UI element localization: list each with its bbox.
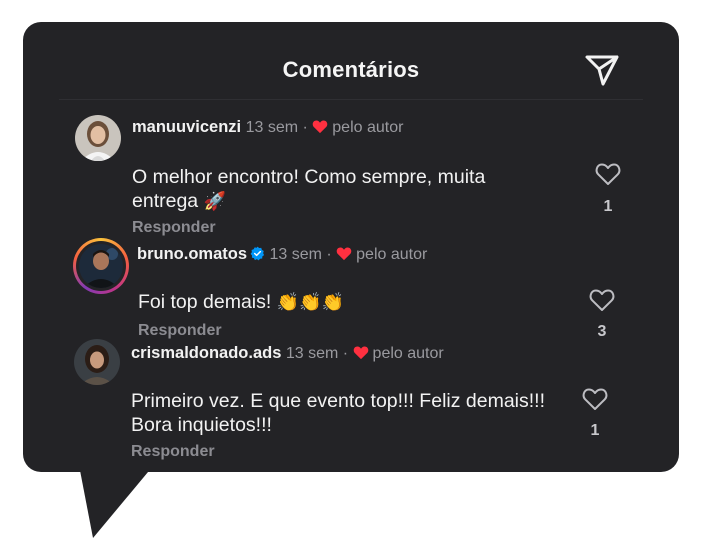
like-heart-icon[interactable] bbox=[595, 162, 621, 186]
header-divider bbox=[59, 99, 643, 100]
author-heart-icon bbox=[336, 247, 352, 261]
like-count: 1 bbox=[603, 198, 613, 215]
comment-username[interactable]: manuuvicenzi bbox=[132, 118, 241, 136]
reply-button[interactable]: Responder bbox=[132, 219, 216, 237]
avatar bbox=[79, 244, 123, 288]
comments-header: Comentários bbox=[23, 22, 679, 100]
page-title: Comentários bbox=[282, 57, 420, 82]
clapping-emoji: 👏👏👏 bbox=[276, 292, 344, 313]
comment-text: O melhor encontro! Como sempre, muita en… bbox=[132, 165, 552, 214]
comment-text-line: Primeiro vez. E que evento top!!! Feliz … bbox=[131, 390, 546, 412]
comments-panel: Comentários manuuvicenzi 13 sem · pelo a… bbox=[23, 22, 679, 472]
verified-badge-icon bbox=[250, 246, 265, 261]
comment-text-line: Bora inquietos!!! bbox=[131, 414, 272, 436]
comment-text-line: entrega 🚀 bbox=[132, 189, 552, 214]
avatar[interactable] bbox=[75, 115, 121, 161]
liked-by-author-label: pelo autor bbox=[356, 246, 428, 263]
like-heart-icon[interactable] bbox=[589, 288, 615, 312]
comment-text: Primeiro vez. E que evento top!!! Feliz … bbox=[131, 389, 571, 437]
liked-by-author-label: pelo autor bbox=[372, 345, 444, 362]
author-heart-icon bbox=[353, 346, 368, 360]
comment-time: 13 sem bbox=[245, 119, 299, 136]
story-ring[interactable] bbox=[73, 238, 129, 294]
comment-text-line: O melhor encontro! Como sempre, muita bbox=[132, 166, 486, 188]
comment-meta: manuuvicenzi 13 sem · pelo autor bbox=[132, 118, 403, 137]
like-count: 3 bbox=[597, 323, 607, 340]
reply-button[interactable]: Responder bbox=[131, 443, 215, 461]
comment-username[interactable]: bruno.omatos bbox=[137, 245, 247, 263]
comment-meta: bruno.omatos 13 sem · pelo autor bbox=[137, 245, 427, 264]
meta-separator: · bbox=[326, 246, 332, 263]
reply-button[interactable]: Responder bbox=[138, 322, 222, 340]
avatar[interactable] bbox=[74, 339, 120, 385]
meta-separator: · bbox=[342, 345, 349, 362]
comment-meta: crismaldonado.ads 13 sem · pelo autor bbox=[131, 344, 444, 363]
send-icon[interactable] bbox=[583, 50, 621, 88]
like-heart-icon[interactable] bbox=[582, 387, 608, 411]
meta-separator: · bbox=[302, 119, 308, 136]
author-heart-icon bbox=[313, 120, 328, 134]
comment-text: Foi top demais! 👏👏👏 bbox=[138, 290, 558, 315]
like-count: 1 bbox=[590, 422, 600, 439]
liked-by-author-label: pelo autor bbox=[332, 119, 404, 136]
comment-time: 13 sem bbox=[269, 246, 322, 263]
rocket-emoji: 🚀 bbox=[203, 191, 226, 212]
comment-text-segment: Foi top demais! bbox=[138, 291, 272, 313]
comment-time: 13 sem bbox=[285, 345, 339, 362]
comment-username[interactable]: crismaldonado.ads bbox=[131, 344, 281, 362]
comment-text-segment: entrega bbox=[132, 190, 199, 212]
